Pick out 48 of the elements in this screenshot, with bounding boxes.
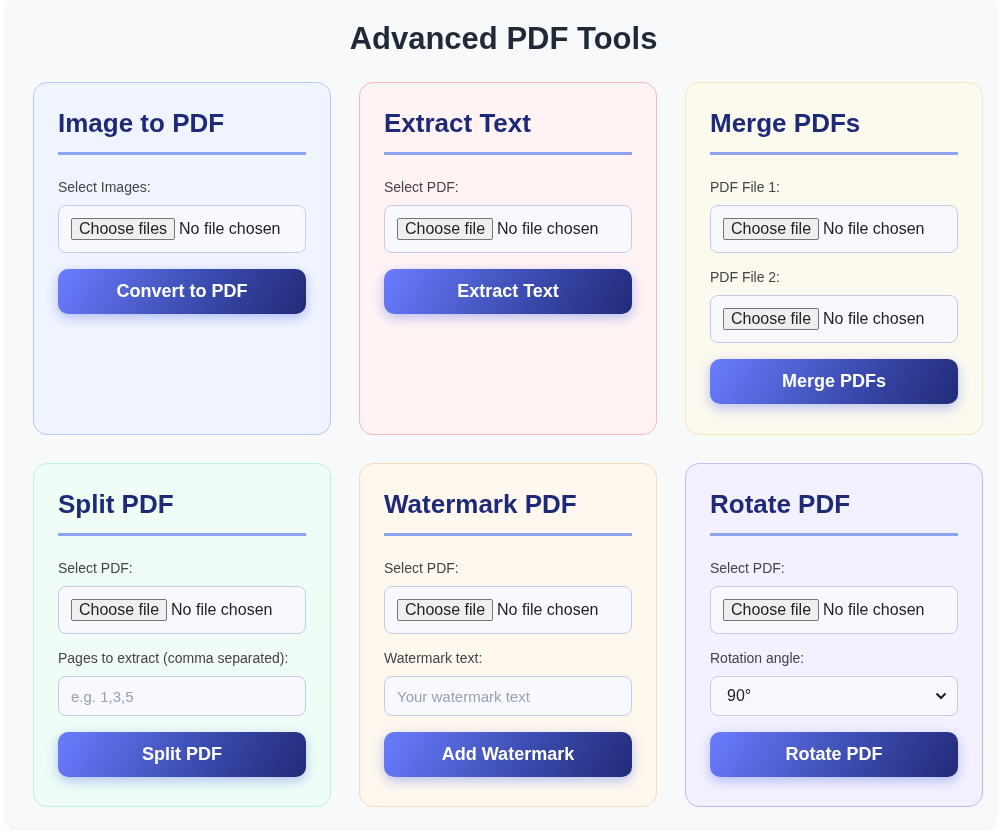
file-status-text: No file chosen — [823, 601, 925, 619]
file-input-field[interactable]: Choose file No file chosen — [384, 205, 632, 253]
action-button[interactable]: Add Watermark — [384, 732, 632, 777]
file-input-field[interactable]: Choose file No file chosen — [58, 586, 306, 634]
field-label: Select PDF: — [384, 560, 460, 576]
card-heading: Merge PDFs — [710, 107, 862, 139]
action-button[interactable]: Extract Text — [384, 269, 632, 314]
choose-file-button[interactable]: Choose files — [71, 218, 176, 240]
field-label: PDF File 2: — [710, 269, 781, 285]
file-input-field[interactable]: Choose file No file chosen — [710, 586, 958, 634]
choose-file-button[interactable]: Choose file — [397, 218, 494, 240]
choose-file-button[interactable]: Choose file — [397, 599, 494, 621]
file-status-text: No file chosen — [179, 220, 281, 238]
card-heading: Split PDF — [58, 488, 175, 520]
field-label: Select Images: — [58, 179, 152, 195]
file-status-text: No file chosen — [497, 220, 599, 238]
choose-file-button[interactable]: Choose file — [71, 599, 168, 621]
file-input-field[interactable]: Choose file No file chosen — [710, 295, 958, 343]
action-button[interactable]: Merge PDFs — [710, 359, 958, 404]
choose-file-button[interactable]: Choose file — [723, 308, 820, 330]
file-status-text: No file chosen — [823, 220, 925, 238]
card-heading: Image to PDF — [58, 107, 226, 139]
file-status-text: No file chosen — [171, 601, 273, 619]
field-label: Watermark text: — [384, 650, 484, 666]
choose-file-button[interactable]: Choose file — [723, 599, 820, 621]
select-field[interactable]: 90° — [710, 676, 958, 716]
file-status-text: No file chosen — [823, 310, 925, 328]
field-label: Rotation angle: — [710, 650, 806, 666]
field-label: Select PDF: — [710, 560, 786, 576]
card-heading: Watermark PDF — [384, 488, 578, 520]
card-heading: Rotate PDF — [710, 488, 852, 520]
field-label: PDF File 1: — [710, 179, 781, 195]
text-input-field[interactable]: Your watermark text — [384, 676, 632, 716]
page-title: Advanced PDF Tools — [348, 20, 659, 58]
action-button[interactable]: Convert to PDF — [58, 269, 306, 314]
choose-file-button[interactable]: Choose file — [723, 218, 820, 240]
action-button[interactable]: Split PDF — [58, 732, 306, 777]
file-input-field[interactable]: Choose file No file chosen — [710, 205, 958, 253]
field-label: Select PDF: — [384, 179, 460, 195]
file-input-field[interactable]: Choose file No file chosen — [384, 586, 632, 634]
action-button[interactable]: Rotate PDF — [710, 732, 958, 777]
file-input-field[interactable]: Choose files No file chosen — [58, 205, 306, 253]
card-heading: Extract Text — [384, 107, 532, 139]
text-input-field[interactable]: e.g. 1,3,5 — [58, 676, 306, 716]
field-label: Pages to extract (comma separated): — [58, 650, 290, 666]
field-label: Select PDF: — [58, 560, 134, 576]
chevron-down-icon — [935, 692, 947, 700]
file-status-text: No file chosen — [497, 601, 599, 619]
